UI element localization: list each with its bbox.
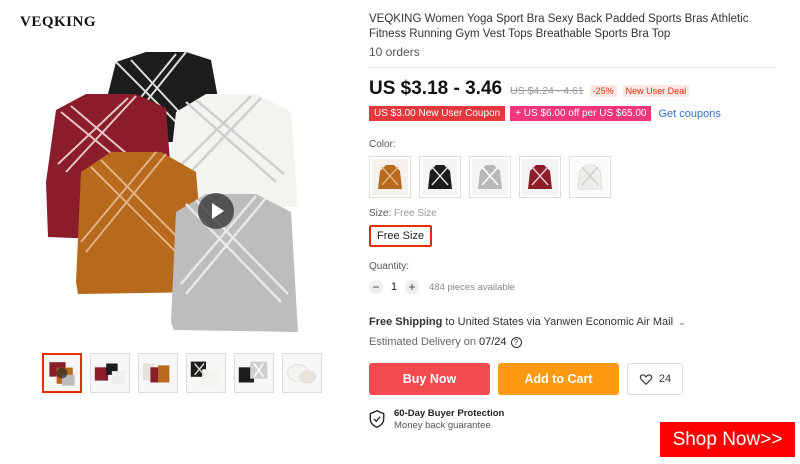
quantity-minus-button[interactable]: − — [369, 280, 383, 294]
white-bra-icon — [572, 159, 608, 195]
heart-icon — [639, 374, 653, 386]
thumbnail-image — [94, 363, 126, 385]
gray-bra-icon — [472, 159, 508, 195]
size-option-free-size[interactable]: Free Size — [369, 225, 433, 247]
shipping-info[interactable]: Free Shipping to United States via Yanwe… — [369, 316, 779, 328]
price-row: US $3.18 - 3.46 US $4.24 - 4.61 -25% New… — [369, 78, 779, 100]
color-swatches — [369, 156, 779, 198]
color-label: Color: — [369, 139, 396, 150]
quantity-value[interactable]: 1 — [383, 281, 405, 293]
original-price: US $4.24 - 4.61 — [510, 85, 584, 97]
orange-bra-icon — [372, 159, 408, 195]
store-coupon[interactable]: + US $6.00 off per US $65.00 — [510, 106, 652, 121]
buy-now-button[interactable]: Buy Now — [369, 363, 490, 395]
estimated-delivery-label: Estimated Delivery on — [369, 336, 476, 348]
black-bra-icon — [422, 159, 458, 195]
size-selected-text: Free Size — [394, 208, 437, 219]
discount-badge: -25% — [589, 85, 617, 97]
estimated-delivery-date: 07/24 — [479, 336, 507, 348]
new-user-coupon[interactable]: US $3.00 New User Coupon — [369, 106, 506, 121]
product-title: VEQKING Women Yoga Sport Bra Sexy Back P… — [369, 13, 749, 40]
protection-title: 60-Day Buyer Protection — [394, 408, 505, 419]
thumbnail-1[interactable] — [42, 353, 82, 393]
thumbnail-2[interactable] — [90, 353, 130, 393]
thumbnail-6[interactable] — [282, 353, 322, 393]
gray-bra — [171, 194, 298, 332]
coupon-row: US $3.00 New User Coupon + US $6.00 off … — [369, 106, 779, 121]
color-option-wine-red[interactable] — [519, 156, 561, 198]
color-option-orange[interactable] — [369, 156, 411, 198]
new-user-deal-badge: New User Deal — [622, 85, 690, 97]
get-coupons-link[interactable]: Get coupons — [658, 108, 720, 120]
main-product-image[interactable] — [36, 32, 336, 344]
quantity-label: Quantity: — [369, 261, 410, 272]
product-illustration — [46, 51, 298, 332]
wishlist-count: 24 — [658, 373, 672, 385]
order-count: 10 orders — [369, 45, 420, 59]
wishlist-button[interactable]: 24 — [627, 363, 683, 395]
product-details: VEQKING Women Yoga Sport Bra Sexy Back P… — [369, 12, 779, 431]
pieces-available: 484 pieces available — [429, 281, 516, 293]
thumbnail-4[interactable] — [186, 353, 226, 393]
size-label: Size: — [369, 208, 392, 219]
add-to-cart-button[interactable]: Add to Cart — [498, 363, 619, 395]
thumbnail-image — [238, 361, 268, 383]
color-option-gray[interactable] — [469, 156, 511, 198]
wine-red-bra-icon — [522, 159, 558, 195]
shipping-destination: to United States via Yanwen Economic Air… — [442, 316, 674, 328]
thumbnail-5[interactable] — [234, 353, 274, 393]
play-video-button[interactable] — [198, 193, 234, 229]
color-option-black[interactable] — [419, 156, 461, 198]
action-buttons: Buy Now Add to Cart 24 — [369, 363, 779, 395]
free-shipping-label: Free Shipping — [369, 316, 443, 328]
thumbnail-strip — [42, 353, 322, 393]
shop-now-button[interactable]: Shop Now>> — [660, 422, 795, 457]
thumbnail-image — [49, 362, 75, 386]
help-icon[interactable]: ? — [510, 336, 522, 348]
color-option-white[interactable] — [569, 156, 611, 198]
thumbnail-3[interactable] — [138, 353, 178, 393]
thumbnail-image — [287, 363, 317, 384]
quantity-plus-button[interactable]: + — [405, 280, 419, 294]
size-label-row: Size: Free Size — [369, 208, 779, 219]
protection-subtitle: Money back guarantee — [394, 420, 491, 431]
thumbnail-image — [190, 361, 220, 387]
chevron-down-icon[interactable]: ⌄ — [678, 317, 686, 327]
divider — [369, 67, 775, 68]
shield-check-icon — [369, 410, 385, 428]
estimated-delivery: Estimated Delivery on 07/24 ? — [369, 336, 779, 348]
thumbnail-image — [142, 363, 170, 383]
price: US $3.18 - 3.46 — [369, 78, 503, 99]
brand-logo: VEQKING — [20, 14, 97, 30]
quantity-stepper: − 1 + 484 pieces available — [369, 280, 779, 294]
